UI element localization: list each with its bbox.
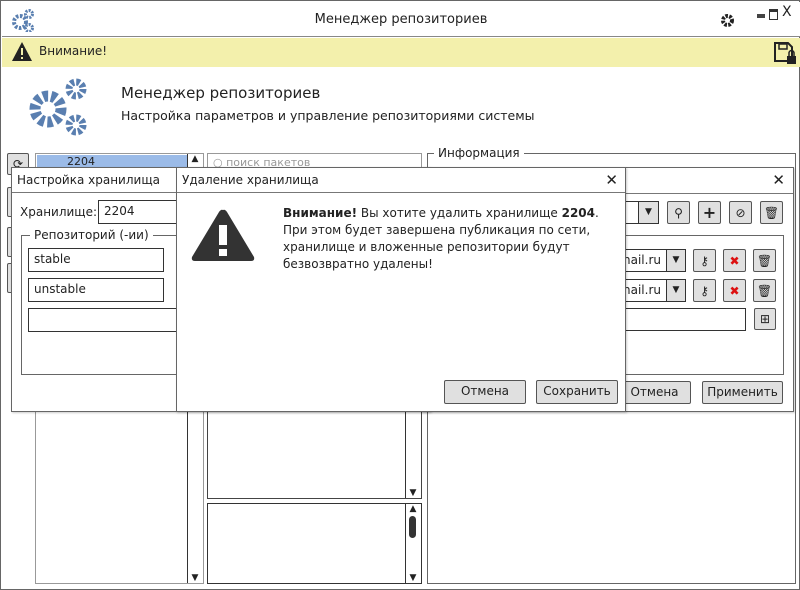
delete-cancel-button[interactable]: Отмена xyxy=(444,380,526,404)
header-title: Менеджер репозиториев xyxy=(121,84,321,102)
repo-input-new[interactable] xyxy=(28,308,198,332)
close-button[interactable]: X xyxy=(782,4,792,20)
scroll-down-icon[interactable]: ▼ xyxy=(188,573,202,583)
remove-key-button-2[interactable]: ✖ xyxy=(723,279,746,302)
window-title: Менеджер репозиториев xyxy=(314,12,488,27)
key-remove-icon: ✖ xyxy=(729,253,740,268)
scroll-down-icon[interactable]: ▼ xyxy=(406,573,420,583)
keys-apply-button[interactable]: Применить xyxy=(702,381,783,404)
key-icon: ⚷ xyxy=(700,283,709,298)
delete-dialog-close-button[interactable]: ✕ xyxy=(605,171,618,189)
search-icon: ⚲ xyxy=(674,205,683,220)
key-icon: ⚷ xyxy=(700,253,709,268)
warning-bar: Внимание! xyxy=(2,38,800,67)
details-scrollbar[interactable]: ▲ ▼ xyxy=(405,504,421,583)
trash-icon: 🗑 xyxy=(763,205,780,220)
warning-icon xyxy=(191,209,255,261)
header-subtitle: Настройка параметров и управление репози… xyxy=(121,108,535,123)
scroll-thumb[interactable] xyxy=(409,516,416,538)
scroll-down-icon[interactable]: ▼ xyxy=(406,488,420,498)
trash-icon: 🗑 xyxy=(756,253,773,268)
repo-input-1[interactable]: stable xyxy=(28,248,164,272)
repo-input-2[interactable]: unstable xyxy=(28,278,164,302)
settings-icon[interactable] xyxy=(720,13,735,28)
delete-key-button[interactable]: 🗑 xyxy=(760,201,783,224)
warning-text: Внимание! xyxy=(39,44,108,58)
cancel-icon: ⊘ xyxy=(735,205,746,220)
delete-dialog-title: Удаление хранилища xyxy=(177,168,625,193)
title-bar: Менеджер репозиториев X xyxy=(2,2,800,37)
repo-legend: Репозиторий (-ии) xyxy=(30,228,153,242)
header-gears-icon xyxy=(29,78,87,136)
keys-cancel-button[interactable]: Отмена xyxy=(618,381,691,404)
delete-row-button-1[interactable]: 🗑 xyxy=(753,249,776,272)
chevron-down-icon[interactable]: ▼ xyxy=(666,280,685,301)
chevron-down-icon[interactable]: ▼ xyxy=(638,202,658,223)
trash-icon: 🗑 xyxy=(756,283,773,298)
maximize-button[interactable] xyxy=(769,9,778,20)
delete-save-button[interactable]: Сохранить xyxy=(536,380,618,404)
plus-icon: + xyxy=(702,203,717,222)
warning-icon xyxy=(12,42,32,61)
plus-box-icon: ⊞ xyxy=(759,312,771,326)
minimize-button[interactable] xyxy=(757,14,765,18)
info-legend: Информация xyxy=(434,146,524,160)
add-row-button[interactable]: ⊞ xyxy=(754,308,776,330)
key-button-1[interactable]: ⚷ xyxy=(693,249,716,272)
package-details-list[interactable]: ▲ ▼ xyxy=(207,503,422,584)
search-key-button[interactable]: ⚲ xyxy=(667,201,690,224)
add-key-button[interactable]: + xyxy=(698,201,721,224)
chevron-down-icon[interactable]: ▼ xyxy=(666,250,685,271)
delete-dialog: Удаление хранилища ✕ Внимание! Вы хотите… xyxy=(176,167,626,412)
main-window: Менеджер репозиториев X Внимание! Менедж… xyxy=(0,0,800,590)
storage-label: Хранилище: xyxy=(20,205,98,219)
save-lock-icon[interactable] xyxy=(773,41,797,65)
keys-dialog-close-button[interactable]: ✕ xyxy=(772,171,785,189)
key-remove-icon: ✖ xyxy=(729,283,740,298)
scroll-up-icon[interactable]: ▲ xyxy=(406,504,420,514)
delete-row-button-2[interactable]: 🗑 xyxy=(753,279,776,302)
block-key-button[interactable]: ⊘ xyxy=(729,201,752,224)
delete-message: Внимание! Вы хотите удалить хранилище 22… xyxy=(283,206,599,271)
remove-key-button-1[interactable]: ✖ xyxy=(723,249,746,272)
scroll-up-icon[interactable]: ▲ xyxy=(188,154,202,164)
key-button-2[interactable]: ⚷ xyxy=(693,279,716,302)
